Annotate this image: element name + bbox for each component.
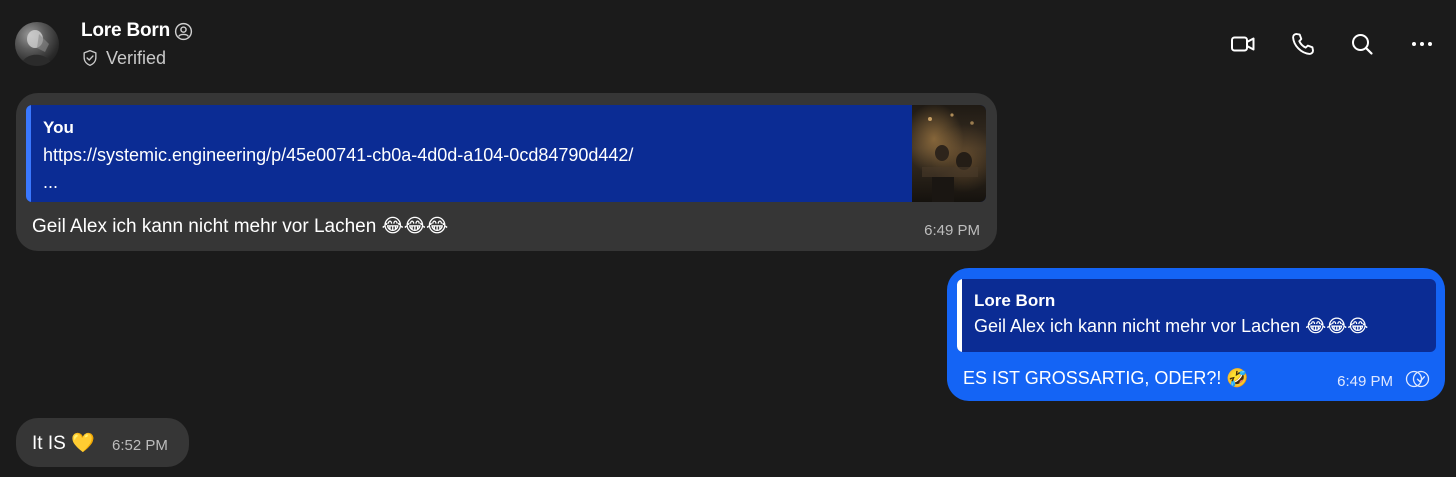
quoted-message[interactable]: Lore Born Geil Alex ich kann nicht mehr … (957, 279, 1436, 352)
message-text: ES IST GROSSARTIG, ODER?! 🤣 (963, 368, 1249, 388)
message-text: Geil Alex ich kann nicht mehr vor Lachen… (32, 216, 449, 237)
avatar[interactable] (15, 22, 59, 66)
profile-icon[interactable] (174, 22, 193, 41)
voice-call-button[interactable] (1288, 29, 1318, 59)
video-call-button[interactable] (1228, 29, 1258, 59)
outgoing-message[interactable]: Lore Born Geil Alex ich kann nicht mehr … (947, 268, 1445, 401)
quote-text: Geil Alex ich kann nicht mehr vor Lachen… (974, 316, 1369, 336)
quote-link-text[interactable]: https://systemic.engineering/p/45e00741-… (43, 145, 633, 166)
quoted-message[interactable]: You https://systemic.engineering/p/45e00… (26, 105, 986, 202)
quote-accent-bar (957, 279, 962, 352)
quote-author: Lore Born (974, 291, 1056, 310)
avatar-photo (21, 30, 53, 66)
verified-status: Verified (81, 47, 166, 69)
more-options-button[interactable] (1407, 29, 1437, 59)
search-icon (1352, 34, 1373, 55)
thumbnail-image (922, 113, 978, 202)
verified-label: Verified (106, 47, 167, 68)
read-receipt-icon (1405, 370, 1430, 388)
more-horizontal-icon (1412, 42, 1432, 46)
shield-check-icon (83, 49, 97, 67)
message-timestamp: 6:52 PM (112, 437, 168, 454)
phone-icon (1292, 33, 1314, 55)
video-camera-icon (1231, 36, 1255, 52)
link-preview-thumbnail[interactable] (912, 105, 986, 202)
search-button[interactable] (1347, 29, 1377, 59)
quote-ellipsis: ... (43, 172, 59, 192)
quote-author: You (43, 118, 74, 137)
incoming-message[interactable]: You https://systemic.engineering/p/45e00… (16, 93, 997, 251)
message-text: It IS 💛 (32, 433, 95, 454)
message-timestamp: 6:49 PM (924, 222, 980, 239)
incoming-message[interactable]: It IS 💛 6:52 PM (16, 418, 189, 467)
contact-name[interactable]: Lore Born (81, 20, 170, 42)
message-timestamp: 6:49 PM (1337, 373, 1393, 390)
quote-accent-bar (26, 105, 31, 202)
chat-header: Lore Born Verified (0, 0, 1456, 86)
